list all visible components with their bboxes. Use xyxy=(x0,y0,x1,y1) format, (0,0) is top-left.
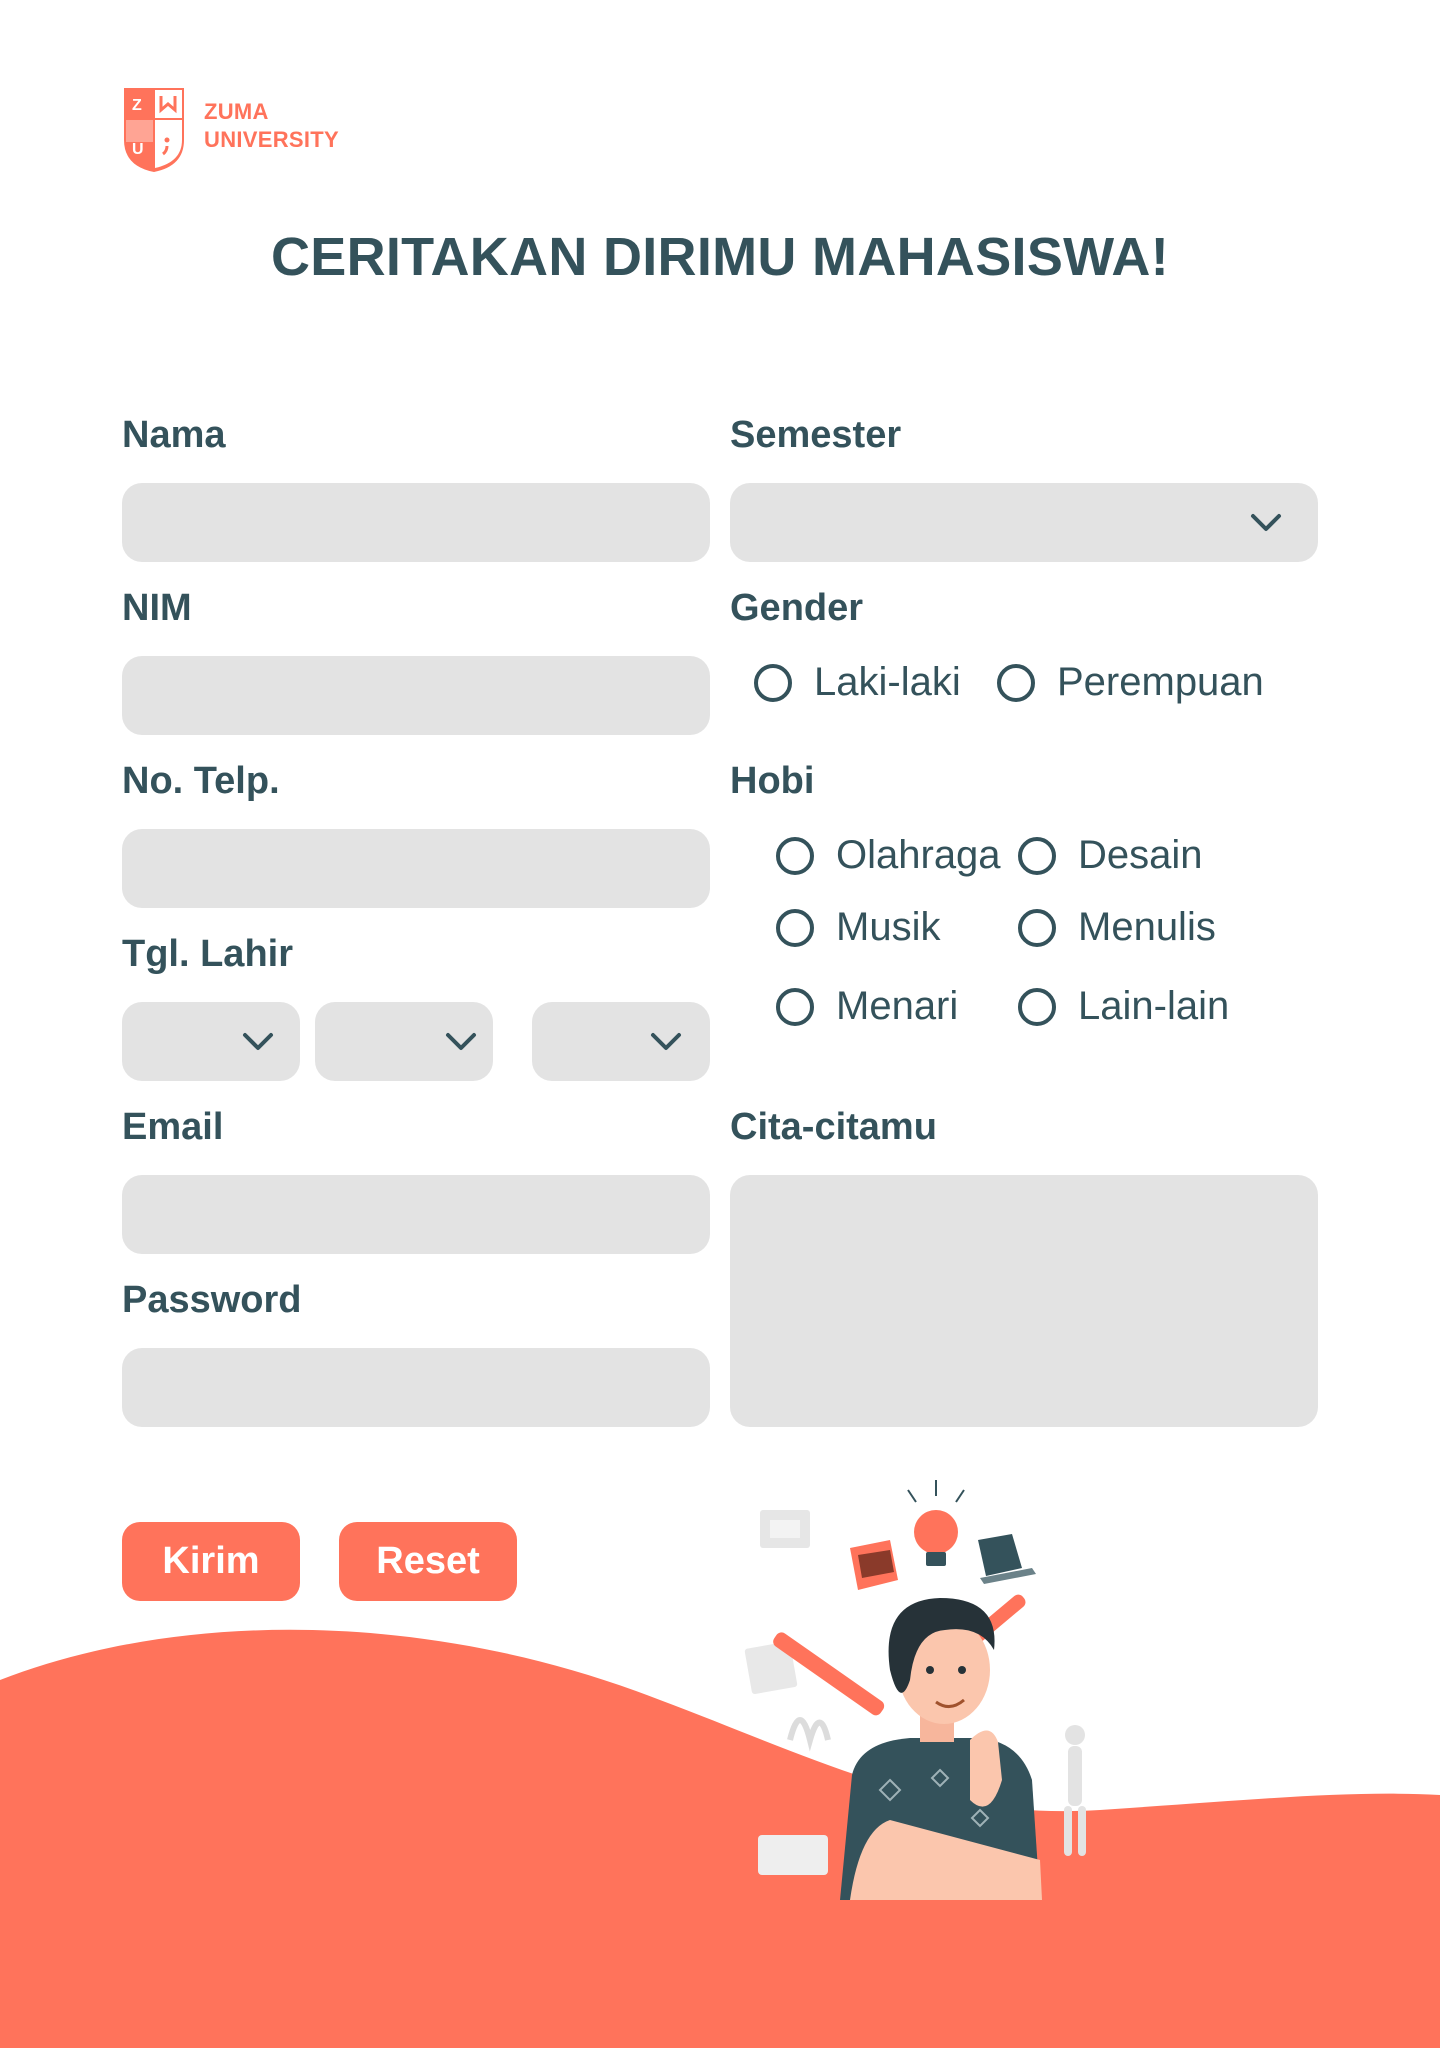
zuma-logo-icon: Z U xyxy=(124,88,184,172)
hobi-option-label: Olahraga xyxy=(836,833,1001,877)
gender-option-laki-laki[interactable]: Laki-laki xyxy=(754,660,961,705)
telp-input[interactable] xyxy=(122,829,710,908)
radio-icon[interactable] xyxy=(997,663,1035,702)
chevron-down-icon xyxy=(1251,514,1281,531)
hobi-option-musik[interactable]: Musik xyxy=(776,905,940,950)
telp-label: No. Telp. xyxy=(122,760,280,802)
password-input[interactable] xyxy=(122,1348,710,1427)
nama-input[interactable] xyxy=(122,483,710,562)
gender-label: Gender xyxy=(730,587,864,629)
brand-name: ZUMA UNIVERSITY xyxy=(204,98,339,154)
radio-icon[interactable] xyxy=(1018,908,1056,947)
tgl-lahir-month-select[interactable] xyxy=(315,1002,493,1081)
semester-select[interactable] xyxy=(730,483,1318,562)
chevron-down-icon xyxy=(651,1033,681,1050)
hobi-option-label: Menari xyxy=(836,984,959,1028)
password-label: Password xyxy=(122,1279,302,1321)
email-input[interactable] xyxy=(122,1175,710,1254)
hobi-option-olahraga[interactable]: Olahraga xyxy=(776,833,1001,878)
hobi-option-desain[interactable]: Desain xyxy=(1018,833,1203,878)
svg-text:Z: Z xyxy=(132,97,142,114)
tgl-lahir-day-select[interactable] xyxy=(122,1002,300,1081)
email-label: Email xyxy=(122,1106,224,1148)
semester-label: Semester xyxy=(730,414,902,456)
gender-option-perempuan[interactable]: Perempuan xyxy=(997,660,1264,705)
hobi-option-label: Menulis xyxy=(1078,905,1216,949)
chevron-down-icon xyxy=(243,1033,273,1050)
hobi-label: Hobi xyxy=(730,760,815,802)
hobi-option-label: Lain-lain xyxy=(1078,984,1230,1028)
nim-input[interactable] xyxy=(122,656,710,735)
radio-icon[interactable] xyxy=(1018,836,1056,875)
radio-icon[interactable] xyxy=(754,663,792,702)
brand-line-1: ZUMA xyxy=(204,99,269,124)
reset-button[interactable]: Reset xyxy=(339,1522,517,1601)
hobi-option-menari[interactable]: Menari xyxy=(776,984,958,1029)
brand-line-2: UNIVERSITY xyxy=(204,127,340,152)
radio-icon[interactable] xyxy=(1018,987,1056,1026)
tgl-lahir-year-select[interactable] xyxy=(532,1002,710,1081)
radio-icon[interactable] xyxy=(776,987,814,1026)
hobi-option-label: Musik xyxy=(836,905,941,949)
nim-label: NIM xyxy=(122,587,192,629)
chevron-down-icon xyxy=(446,1033,476,1050)
radio-icon[interactable] xyxy=(776,836,814,875)
nama-label: Nama xyxy=(122,414,226,456)
tgl-lahir-label: Tgl. Lahir xyxy=(122,933,293,975)
hobi-option-lain-lain[interactable]: Lain-lain xyxy=(1018,984,1229,1029)
student-illustration xyxy=(744,1480,1086,1900)
gender-option-label: Laki-laki xyxy=(814,660,961,704)
page-title: CERITAKAN DIRIMU MAHASISWA! xyxy=(270,227,1170,287)
hobi-option-menulis[interactable]: Menulis xyxy=(1018,905,1216,950)
cita-label: Cita-citamu xyxy=(730,1106,937,1148)
hobi-option-label: Desain xyxy=(1078,833,1203,877)
cita-textarea[interactable] xyxy=(730,1175,1318,1427)
gender-option-label: Perempuan xyxy=(1057,660,1264,704)
svg-text:U: U xyxy=(132,141,144,158)
footer-wave xyxy=(0,1629,1440,2048)
radio-icon[interactable] xyxy=(776,908,814,947)
kirim-button[interactable]: Kirim xyxy=(122,1522,300,1601)
